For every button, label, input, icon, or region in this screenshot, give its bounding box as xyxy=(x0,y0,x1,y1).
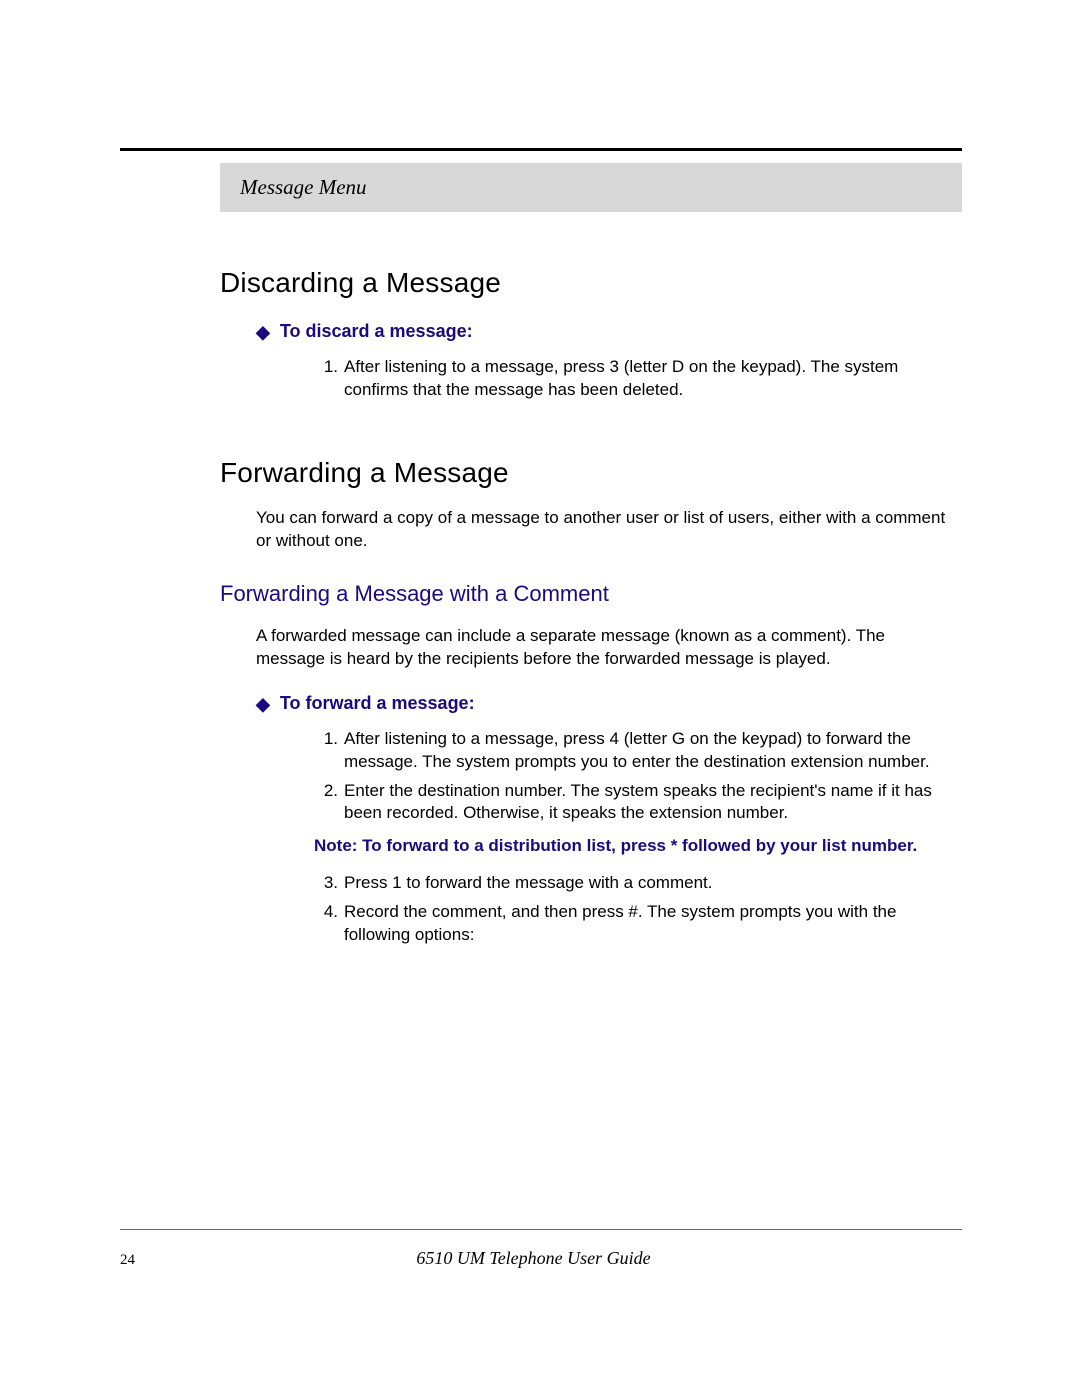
list-item: 3. Press 1 to forward the message with a… xyxy=(314,872,952,895)
step-text: After listening to a message, press 4 (l… xyxy=(344,728,952,774)
step-number: 1. xyxy=(314,728,338,774)
task-discard: ◆ To discard a message: xyxy=(256,321,962,342)
forward-comment-intro: A forwarded message can include a separa… xyxy=(256,625,962,671)
step-text: Press 1 to forward the message with a co… xyxy=(344,872,713,895)
step-text: After listening to a message, press 3 (l… xyxy=(344,356,952,402)
task-label: To discard a message: xyxy=(280,321,473,342)
step-text: Record the comment, and then press #. Th… xyxy=(344,901,952,947)
step-number: 2. xyxy=(314,780,338,826)
footer-title: 6510 UM Telephone User Guide xyxy=(105,1248,962,1269)
diamond-icon: ◆ xyxy=(256,695,270,713)
heading-forwarding: Forwarding a Message xyxy=(220,457,962,489)
discard-steps: 1. After listening to a message, press 3… xyxy=(314,356,962,402)
forward-steps-b: 3. Press 1 to forward the message with a… xyxy=(314,872,962,947)
forwarding-intro: You can forward a copy of a message to a… xyxy=(256,507,962,553)
section-header: Message Menu xyxy=(220,163,962,212)
list-item: 1. After listening to a message, press 3… xyxy=(314,356,952,402)
step-text: Enter the destination number. The system… xyxy=(344,780,952,826)
page-footer: 24 6510 UM Telephone User Guide xyxy=(120,1229,962,1269)
step-number: 1. xyxy=(314,356,338,402)
diamond-icon: ◆ xyxy=(256,323,270,341)
task-label: To forward a message: xyxy=(280,693,475,714)
step-number: 4. xyxy=(314,901,338,947)
page-content: Message Menu Discarding a Message ◆ To d… xyxy=(120,148,962,947)
list-item: 4. Record the comment, and then press #.… xyxy=(314,901,952,947)
forward-steps-a: 1. After listening to a message, press 4… xyxy=(314,728,962,826)
subheading-forward-comment: Forwarding a Message with a Comment xyxy=(220,581,962,607)
list-item: 1. After listening to a message, press 4… xyxy=(314,728,952,774)
distribution-note: Note: To forward to a distribution list,… xyxy=(314,835,962,858)
step-number: 3. xyxy=(314,872,338,895)
footer-row: 24 6510 UM Telephone User Guide xyxy=(120,1248,962,1269)
top-rule xyxy=(120,148,962,151)
heading-discarding: Discarding a Message xyxy=(220,267,962,299)
list-item: 2. Enter the destination number. The sys… xyxy=(314,780,952,826)
task-forward: ◆ To forward a message: xyxy=(256,693,962,714)
footer-rule xyxy=(120,1229,962,1230)
